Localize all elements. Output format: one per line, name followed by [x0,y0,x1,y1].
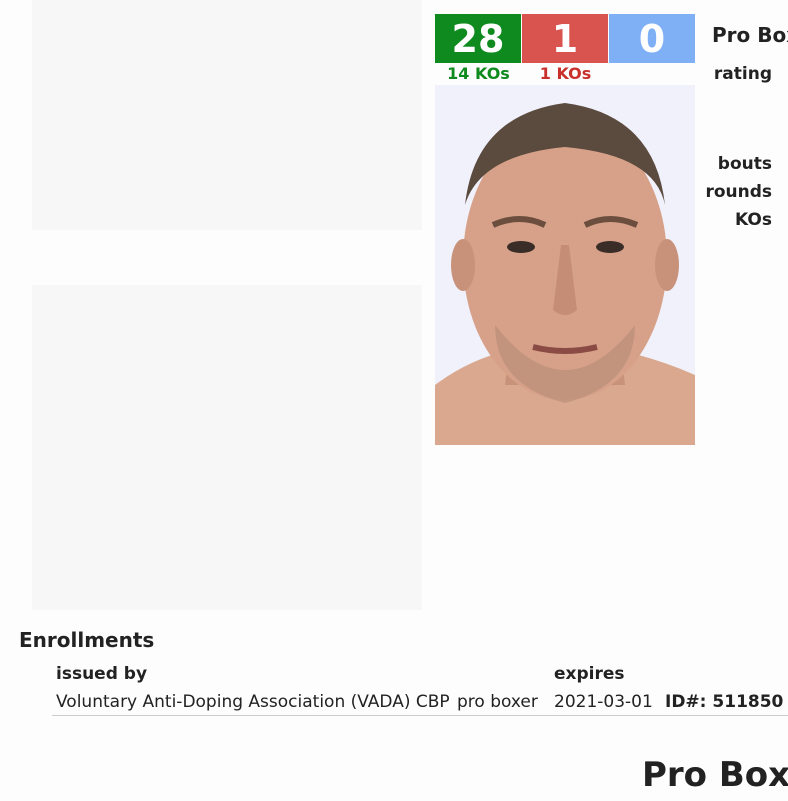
wins-count: 28 [435,14,521,63]
enrollment-issuer: Voluntary Anti-Doping Association (VADA)… [56,692,450,712]
draws-count: 0 [609,14,695,63]
rounds-label: rounds [705,182,772,202]
enrollment-id: ID#: 511850 [665,692,783,712]
loss-kos: 1 KOs [539,64,592,83]
boxer-portrait-image [435,85,695,445]
win-kos: 14 KOs [447,64,510,83]
boxer-photo [435,85,695,445]
enrollment-id-label: ID#: [665,692,707,712]
losses-count: 1 [522,14,608,63]
ad-placeholder-top [32,0,422,230]
table-row-divider [52,715,788,716]
column-header-expires: expires [554,664,625,684]
enrollments-heading: Enrollments [19,628,155,652]
enrollment-id-value: 511850 [712,692,784,712]
column-header-issued-by: issued by [56,664,148,684]
rating-label: rating [713,64,772,84]
enrollment-expires: 2021-03-01 [554,692,653,712]
record-summary: 28 1 0 [435,14,695,63]
enrollment-role: pro boxer [457,692,538,712]
kos-label: KOs [735,210,772,230]
ko-summary: 14 KOs 1 KOs [435,64,609,83]
bouts-label: bouts [717,154,772,174]
pro-boxing-label: Pro Box [712,23,788,47]
ad-placeholder-middle [32,285,422,610]
section-heading-pro-boxing: Pro Boxi [642,755,788,795]
